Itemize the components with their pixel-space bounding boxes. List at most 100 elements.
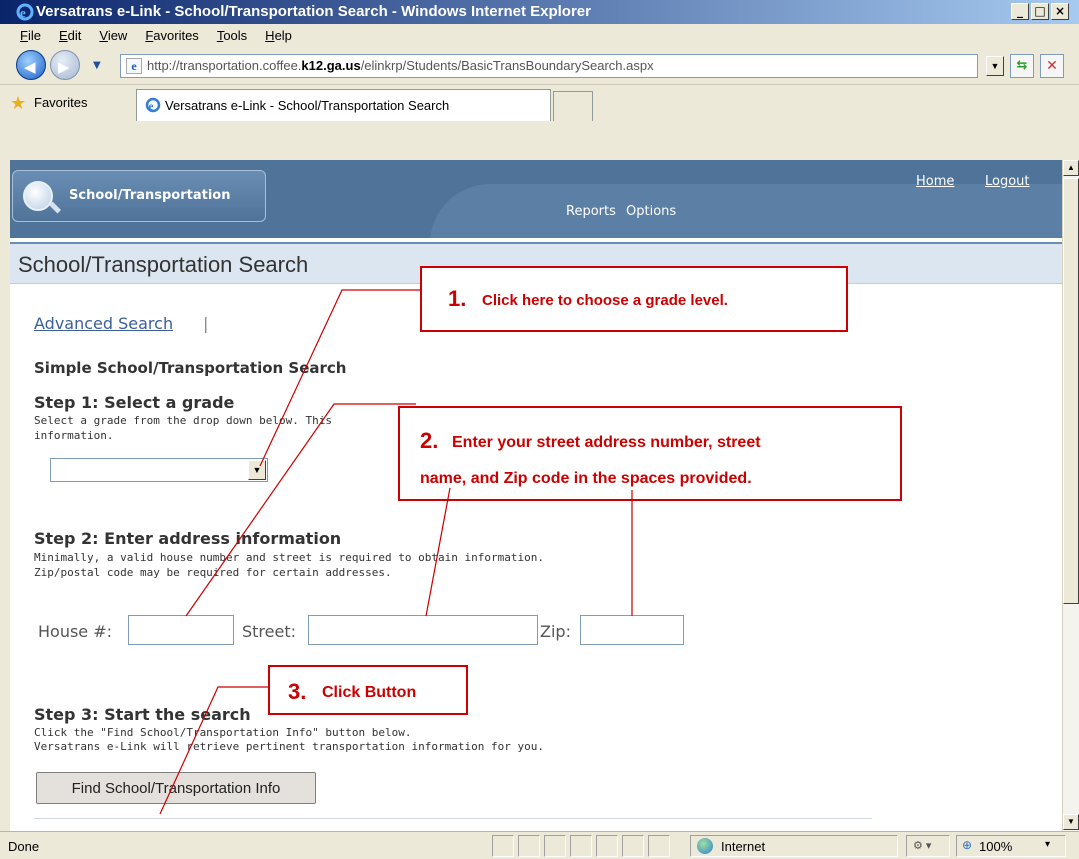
status-text: Done (8, 839, 40, 854)
step3-heading: Step 3: Start the search (34, 705, 251, 724)
status-pane-5 (596, 835, 618, 857)
leader-line-1 (259, 289, 420, 467)
header-swoosh (430, 184, 1062, 238)
scroll-down-button[interactable]: ▼ (1063, 814, 1079, 830)
grade-dropdown-icon[interactable]: ▼ (248, 460, 266, 480)
vertical-scrollbar[interactable]: ▲ ▼ (1062, 160, 1079, 831)
step3-desc-line1: Click the "Find School/Transportation In… (34, 726, 412, 739)
status-pane-3 (544, 835, 566, 857)
menu-view[interactable]: View (99, 28, 127, 43)
callout-1: 1. Click here to choose a grade level. (420, 266, 848, 332)
logout-link[interactable]: Logout (985, 174, 1030, 189)
menu-help[interactable]: Help (265, 28, 292, 43)
zip-label: Zip: (540, 622, 571, 641)
web-content: School/Transportation Reports Options Ho… (10, 160, 1062, 831)
status-pane-6 (622, 835, 644, 857)
title-bar: e Versatrans e-Link - School/Transportat… (0, 0, 1079, 24)
street-input[interactable] (308, 615, 538, 645)
magnifier-icon (23, 181, 53, 211)
search-tile-button[interactable]: School/Transportation (12, 170, 266, 222)
minimize-button[interactable]: _ (1011, 3, 1029, 20)
menu-file[interactable]: File (20, 28, 41, 43)
site-header: School/Transportation Reports Options Ho… (10, 160, 1062, 238)
address-dropdown-icon[interactable]: ▼ (986, 56, 1004, 76)
callout-2-line2: name, and Zip code in the spaces provide… (420, 470, 752, 487)
callout-2: 2. Enter your street address number, str… (398, 406, 902, 501)
refresh-icon[interactable]: ⇆ (1010, 54, 1034, 78)
recent-pages-dropdown-icon[interactable]: ▼ (93, 60, 101, 71)
forward-button[interactable]: ▶ (50, 50, 80, 80)
window-title: Versatrans e-Link - School/Transportatio… (36, 3, 591, 20)
zoom-control[interactable]: ⊕ 100% ▾ (956, 835, 1066, 857)
maximize-button[interactable]: □ (1031, 3, 1049, 20)
step2-desc-line1: Minimally, a valid house number and stre… (34, 551, 544, 564)
favorites-bar: ★ Favorites e Versatrans e-Link - School… (0, 84, 1079, 121)
tab-ie-icon: e (145, 97, 161, 113)
address-suffix: /elinkrp/Students/BasicTransBoundarySear… (360, 58, 654, 73)
page-title: School/Transportation Search (18, 252, 309, 277)
callout-2-number: 2. (420, 428, 439, 453)
address-host: k12.ga.us (301, 58, 361, 73)
browser-window: e Versatrans e-Link - School/Transportat… (0, 0, 1079, 859)
zone-label: Internet (721, 839, 766, 854)
find-info-button[interactable]: Find School/Transportation Info (36, 772, 316, 804)
ie-logo-icon: e (16, 3, 34, 21)
street-label: Street: (242, 622, 297, 641)
address-toolbar: ◀ ▶ ▼ e http://transportation.coffee.k12… (0, 46, 1079, 84)
status-pane-2 (518, 835, 540, 857)
zoom-icon: ⊕ (962, 838, 973, 852)
back-button[interactable]: ◀ (16, 50, 46, 80)
browser-tab[interactable]: e Versatrans e-Link - School/Transportat… (136, 89, 551, 121)
step2-heading: Step 2: Enter address information (34, 529, 342, 548)
status-pane-7 (648, 835, 670, 857)
favorites-label[interactable]: Favorites (34, 95, 87, 110)
menu-tools[interactable]: Tools (217, 28, 247, 43)
callout-1-number: 1. (448, 286, 467, 311)
security-dropdown[interactable]: ⚙ ▾ (906, 835, 950, 857)
callout-2-line1: Enter your street address number, street (452, 434, 761, 451)
zone-pane[interactable]: Internet (690, 835, 898, 857)
scroll-up-button[interactable]: ▲ (1063, 160, 1079, 176)
step2-desc-line2: Zip/postal code may be required for cert… (34, 566, 392, 579)
favorites-star-icon[interactable]: ★ (10, 93, 26, 114)
leader-line-2a (185, 403, 416, 617)
callout-3: 3. Click Button (268, 665, 468, 715)
link-separator: | (203, 314, 209, 333)
nav-reports[interactable]: Reports (566, 204, 616, 219)
search-tile-label: School/Transportation (69, 188, 231, 203)
advanced-search-link[interactable]: Advanced Search (34, 314, 173, 333)
tab-title: Versatrans e-Link - School/Transportatio… (165, 98, 450, 113)
status-pane-1 (492, 835, 514, 857)
stop-icon[interactable]: ✕ (1040, 54, 1064, 78)
section-heading: Simple School/Transportation Search (34, 359, 347, 377)
status-bar: Done Internet ⚙ ▾ ⊕ 100% ▾ (0, 831, 1079, 859)
step1-desc-line1: Select a grade from the drop down below.… (34, 414, 333, 427)
new-tab-button[interactable] (553, 91, 593, 121)
globe-icon (697, 838, 713, 854)
menu-favorites[interactable]: Favorites (145, 28, 198, 43)
grade-select[interactable]: ▼ (50, 458, 268, 482)
back-arrow-icon: ◀ (24, 58, 36, 76)
nav-options[interactable]: Options (626, 204, 676, 219)
forward-arrow-icon: ▶ (58, 58, 70, 76)
callout-3-number: 3. (288, 679, 307, 704)
zoom-level: 100% (979, 839, 1013, 854)
svg-text:e: e (149, 101, 154, 113)
house-label: House #: (38, 622, 113, 641)
menu-bar: File Edit View Favorites Tools Help (0, 24, 1079, 46)
zip-input[interactable] (580, 615, 684, 645)
menu-edit[interactable]: Edit (59, 28, 81, 43)
step3-desc-line2: Versatrans e-Link will retrieve pertinen… (34, 740, 544, 753)
home-link[interactable]: Home (916, 174, 954, 189)
zoom-dropdown-icon[interactable]: ▾ (1045, 839, 1050, 850)
address-bar[interactable]: e http://transportation.coffee.k12.ga.us… (120, 54, 978, 78)
svg-text:e: e (20, 5, 26, 20)
callout-3-text: Click Button (322, 684, 417, 701)
status-pane-4 (570, 835, 592, 857)
address-prefix: http://transportation.coffee. (147, 58, 302, 73)
scroll-thumb[interactable] (1063, 178, 1079, 604)
house-number-input[interactable] (128, 615, 234, 645)
close-button[interactable]: × (1051, 3, 1069, 20)
magnifier-handle-icon (48, 201, 62, 214)
step1-desc-line2: information. (34, 429, 114, 442)
